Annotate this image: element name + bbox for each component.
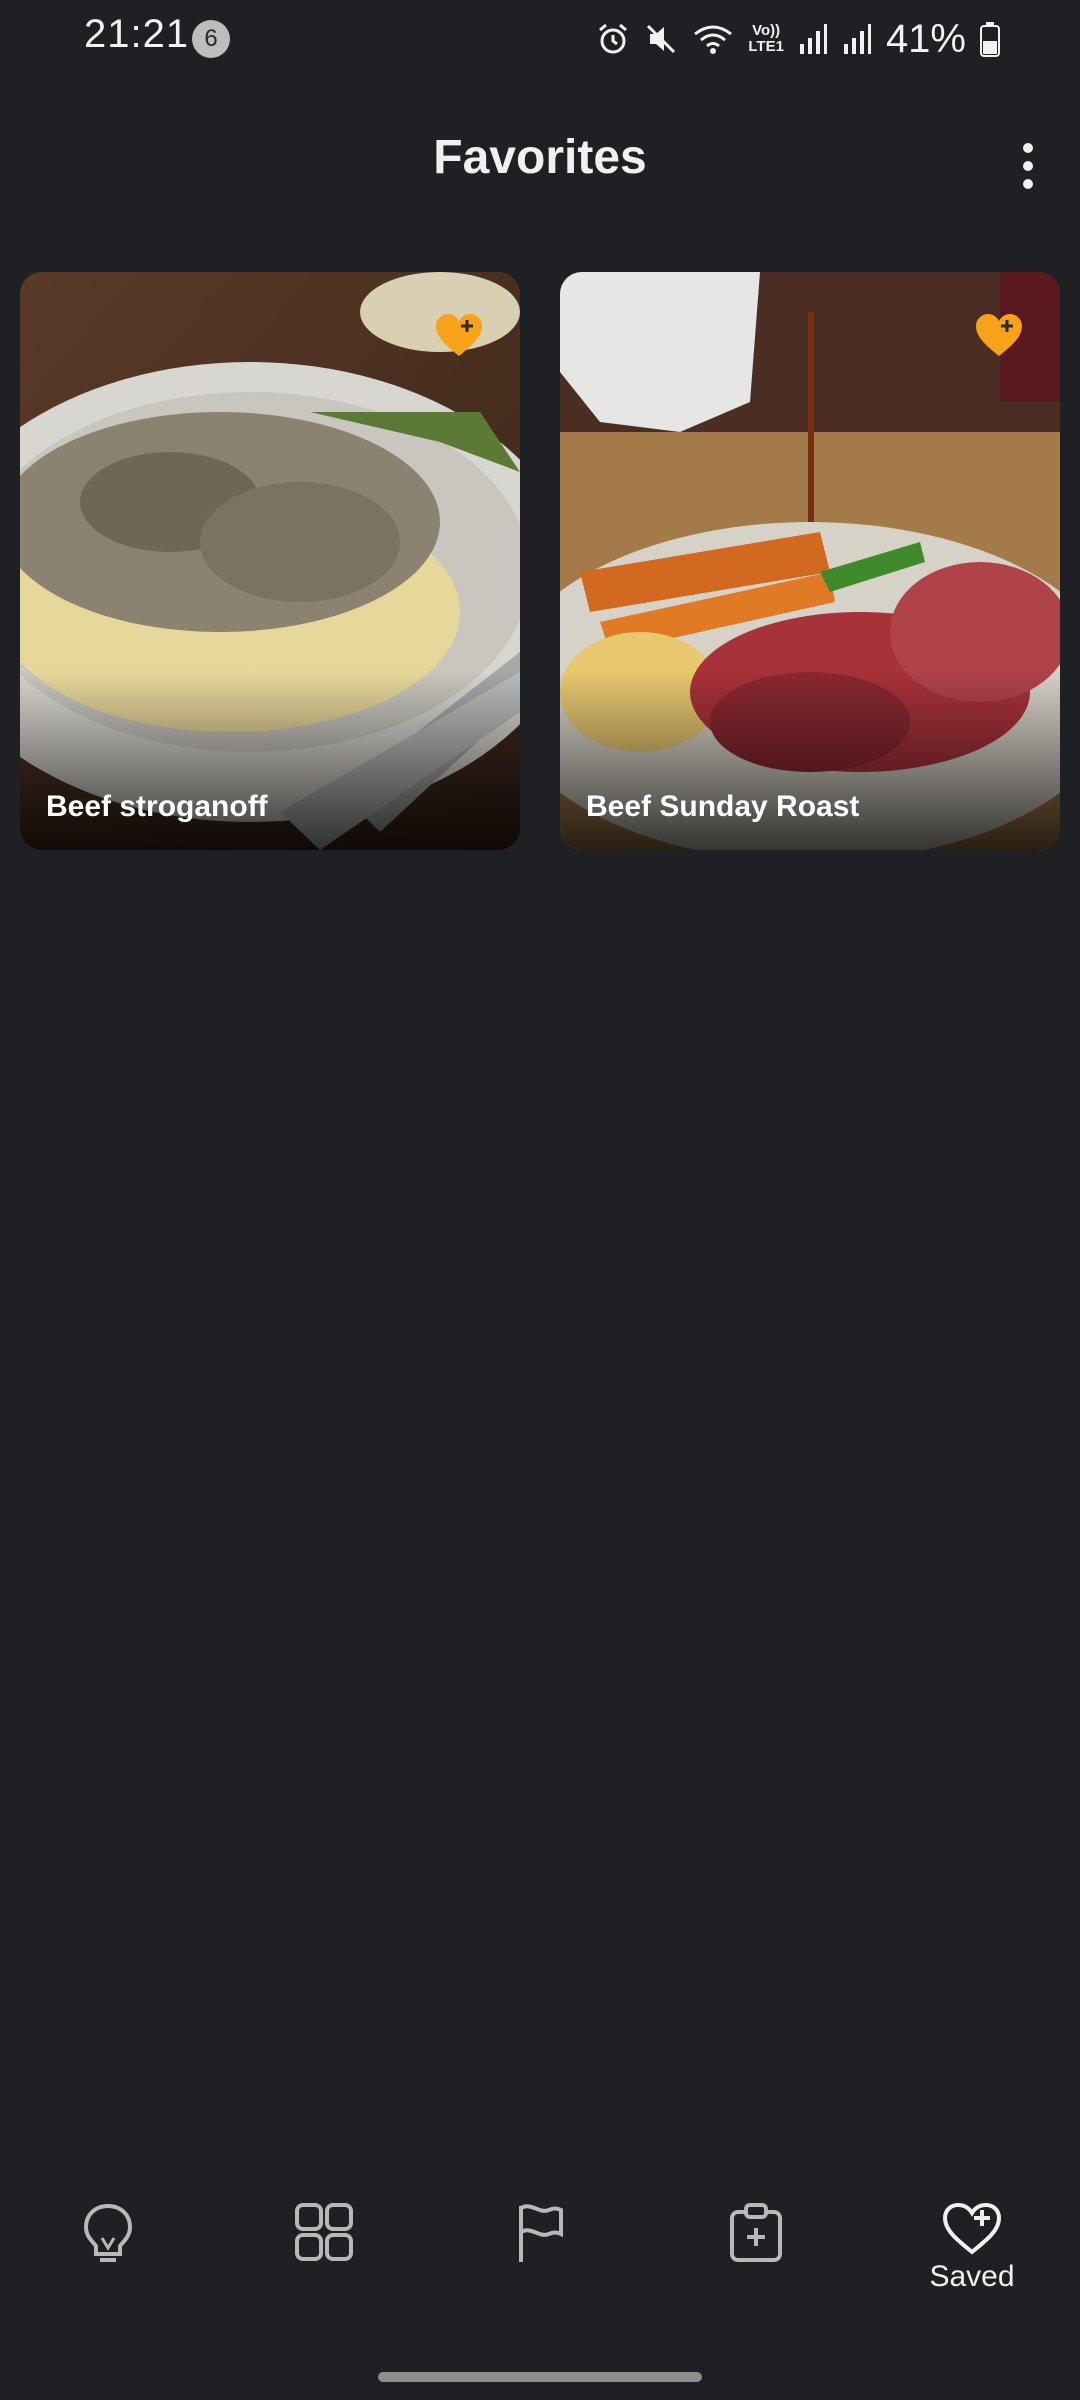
- status-time: 21:21: [84, 12, 190, 56]
- recipe-title: Beef Sunday Roast: [586, 790, 860, 823]
- home-indicator[interactable]: [378, 2372, 702, 2382]
- lightbulb-icon: [83, 2203, 133, 2262]
- recipe-title: Beef stroganoff: [46, 790, 268, 823]
- heart-add-icon: [436, 314, 482, 356]
- volte-label: Vo)): [752, 22, 781, 39]
- heart-add-icon: [942, 2202, 1002, 2255]
- notification-count-badge: 6: [192, 20, 230, 58]
- volte-indicator: Vo)) LTE1: [748, 23, 784, 55]
- signal-icon-2: [843, 24, 871, 54]
- nav-item-ideas[interactable]: [28, 2190, 188, 2320]
- recipe-card-beef-sunday-roast[interactable]: Beef Sunday Roast: [560, 272, 1060, 850]
- alarm-icon: [599, 23, 628, 54]
- app-screen: 21:21 6 Vo)) LTE1 41% Favorites Beef str…: [0, 0, 1080, 2400]
- heart-add-icon: [976, 314, 1022, 356]
- battery-percent: 41%: [885, 16, 966, 61]
- nav-item-shopping-list[interactable]: [676, 2190, 836, 2320]
- signal-icon: [799, 24, 827, 54]
- page-title: Favorites: [433, 131, 647, 184]
- favorite-heart-button[interactable]: [974, 312, 1024, 358]
- more-dot: [1023, 179, 1033, 189]
- nav-item-flag[interactable]: [460, 2190, 620, 2320]
- status-icons: Vo)) LTE1 41%: [596, 14, 1000, 64]
- battery-icon: [980, 22, 1000, 57]
- nav-label-saved: Saved: [929, 2260, 1015, 2293]
- clipboard-add-icon: [730, 2203, 782, 2262]
- grid-icon: [295, 2203, 353, 2261]
- bottom-navigation: Saved: [0, 2190, 1080, 2340]
- lte-label: LTE1: [748, 38, 784, 55]
- nav-item-saved[interactable]: Saved: [892, 2190, 1052, 2320]
- more-dot: [1023, 143, 1033, 153]
- nav-item-categories[interactable]: [244, 2190, 404, 2320]
- more-dot: [1023, 161, 1033, 171]
- favorite-heart-button[interactable]: [434, 312, 484, 358]
- status-bar: 21:21 6 Vo)) LTE1 41%: [0, 0, 1080, 78]
- mute-icon: [647, 24, 676, 54]
- flag-icon: [519, 2204, 563, 2262]
- more-options-button[interactable]: [996, 134, 1060, 198]
- wifi-icon: [694, 25, 733, 54]
- recipe-card-beef-stroganoff[interactable]: Beef stroganoff: [20, 272, 520, 850]
